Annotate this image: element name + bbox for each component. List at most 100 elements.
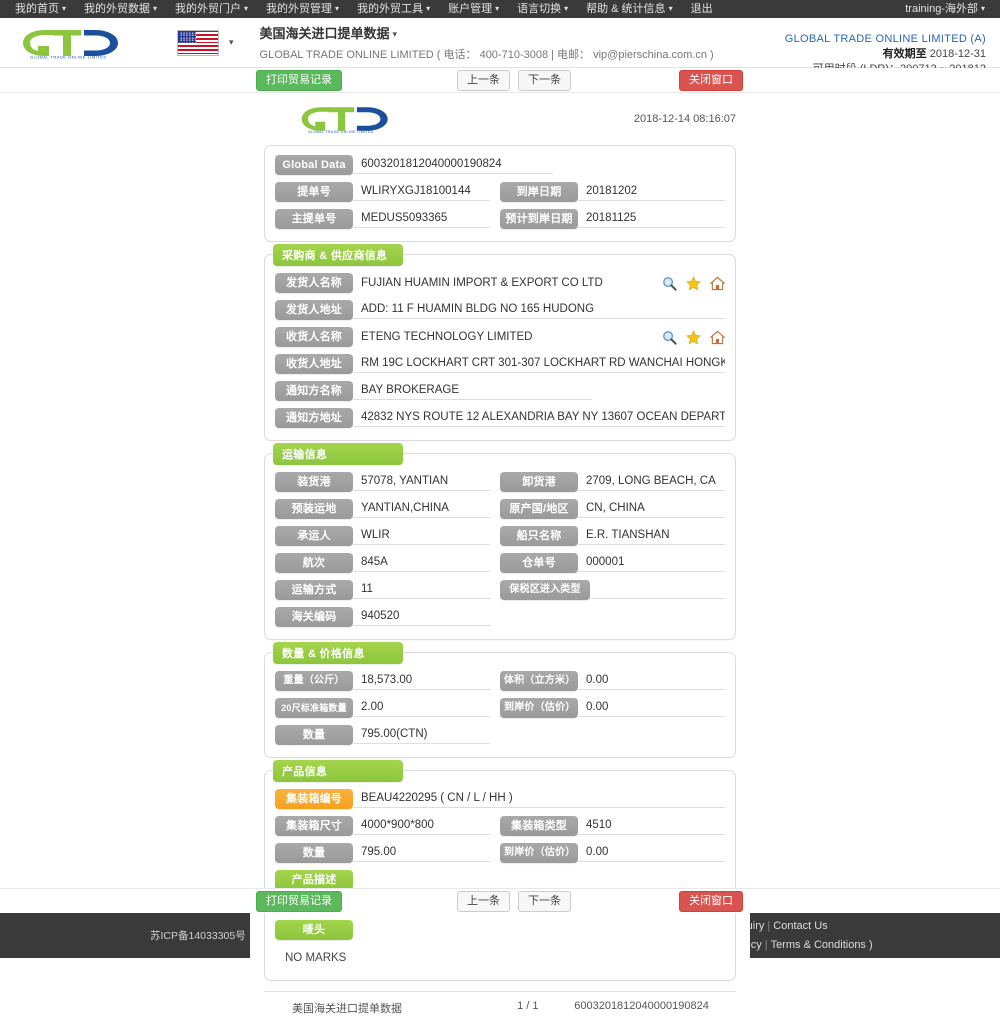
nav-item-language-switch[interactable]: 语言切换 ▾ — [508, 0, 577, 18]
document-reference-no: 6003201812040000190824 — [574, 1000, 709, 1012]
page-title[interactable]: 美国海关进口提单数据 ▾ — [260, 23, 714, 42]
row-hs-code: 海关编码 940520 — [275, 607, 725, 627]
nav-item-trade-management[interactable]: 我的外贸管理 ▾ — [257, 0, 348, 18]
nav-item-label: 我的外贸数据 — [84, 3, 151, 15]
row-transport: 运输方式 11 保税区进入类型 — [275, 580, 725, 600]
product-quantity-label: 数量 — [275, 843, 353, 863]
row-notify-address: 通知方地址 42832 NYS ROUTE 12 ALEXANDRIA BAY … — [275, 408, 725, 428]
previous-record-button-bottom[interactable]: 上一条 — [457, 890, 510, 912]
arrival-date-label: 到岸日期 — [500, 182, 578, 202]
user-name-label: training-海外部 — [905, 3, 978, 15]
product-cif-value: 0.00 — [578, 844, 725, 862]
chevron-down-icon: ▾ — [392, 29, 398, 39]
container-type-label: 集装箱类型 — [500, 816, 578, 836]
company-contact-line: GLOBAL TRADE ONLINE LIMITED ( 电话： 400-71… — [259, 49, 714, 61]
nav-item-logout[interactable]: 退出 — [682, 0, 722, 18]
row-voyage: 航次 845A 仓单号 000001 — [275, 553, 725, 573]
document-page-number: 1 / 1 — [517, 1000, 539, 1012]
bill-of-lading-document: GLOBAL TRADE ONLINE LIMITED 2018-12-14 0… — [250, 93, 750, 1024]
consignee-address-value: RM 19C LOCKHART CRT 301-307 LOCKHART RD … — [353, 355, 725, 373]
nav-item-account-management[interactable]: 账户管理 ▾ — [439, 0, 508, 18]
identity-panel: Global Data 6003201812040000190824 提单号 W… — [264, 145, 736, 242]
carrier-value: WLIR — [353, 527, 490, 545]
home-icon[interactable] — [709, 330, 726, 345]
home-icon[interactable] — [709, 276, 726, 291]
container-size-label: 集装箱尺寸 — [275, 816, 353, 836]
notify-address-value: 42832 NYS ROUTE 12 ALEXANDRIA BAY NY 136… — [353, 409, 725, 427]
nav-item-trade-portal[interactable]: 我的外贸门户 ▾ — [166, 0, 257, 18]
shipper-address-label: 发货人地址 — [275, 300, 353, 320]
footer-link-contact-us[interactable]: Contact Us — [773, 920, 827, 932]
document-source: 美国海关进口提单数据 — [292, 1003, 402, 1015]
top-navigation-bar: 我的首页 ▾ 我的外贸数据 ▾ 我的外贸门户 ▾ 我的外贸管理 ▾ 我的外贸工具 ▾ 账户… — [0, 0, 1000, 18]
row-shipper-name: 发货人名称 FUJIAN HUAMIN IMPORT & EXPORT CO L… — [275, 273, 726, 293]
svg-text:GLOBAL TRADE ONLINE LIMITED: GLOBAL TRADE ONLINE LIMITED — [308, 130, 374, 134]
global-data-value: 6003201812040000190824 — [353, 156, 553, 174]
nav-item-user-account[interactable]: training-海外部 ▾ — [896, 0, 994, 18]
star-icon[interactable] — [686, 275, 701, 291]
chevron-down-icon: ▾ — [564, 4, 569, 13]
account-name: GLOBAL TRADE ONLINE LIMITED (A) — [784, 33, 986, 45]
document-header: GLOBAL TRADE ONLINE LIMITED 2018-12-14 0… — [264, 103, 736, 145]
next-record-button[interactable]: 下一条 — [518, 69, 571, 91]
arrival-date-value: 20181202 — [578, 183, 725, 201]
weight-label: 重量（公斤） — [275, 671, 353, 691]
manifest-no-label: 仓单号 — [500, 553, 578, 573]
previous-record-button[interactable]: 上一条 — [457, 69, 510, 91]
shipper-address-value: ADD: 11 F HUAMIN BLDG NO 165 HUDONG — [353, 301, 725, 319]
next-record-button-bottom[interactable]: 下一条 — [518, 890, 571, 912]
shipping-section-title: 运输信息 — [273, 443, 403, 465]
row-consignee-name: 收货人名称 ETENG TECHNOLOGY LIMITED — [275, 327, 726, 347]
star-icon[interactable] — [686, 329, 701, 345]
gto-logo-mark: GLOBAL TRADE ONLINE LIMITED — [23, 29, 118, 59]
nav-item-trade-tools[interactable]: 我的外贸工具 ▾ — [348, 0, 439, 18]
gto-logo[interactable]: GLOBAL TRADE ONLINE LIMITED — [20, 26, 125, 60]
volume-label: 体积（立方米） — [500, 671, 578, 691]
bonded-entry-value — [590, 582, 725, 599]
us-flag-icon: ★ ★ ★ ★ ★ ★ ★ ★ ★ ★ ★ ★ ★ ★ ★ ★ ★ ★ ★ ★ ★ ★ ★ ★ ★ ★ ★ ★ ★ ★ — [177, 29, 219, 56]
search-icon[interactable] — [662, 330, 677, 345]
nav-item-label: 我的外贸工具 — [357, 3, 424, 15]
container-no-label: 集装箱编号 — [275, 789, 353, 809]
row-product-desc-label: 产品描述 — [275, 870, 725, 890]
row-container-no: 集装箱编号 BEAU4220295 ( CN / L / HH ) — [275, 789, 725, 809]
document-stage: GLOBAL TRADE ONLINE LIMITED 2018-12-14 0… — [0, 93, 1000, 1024]
print-trade-record-button-bottom[interactable]: 打印贸易记录 — [256, 890, 342, 912]
discharge-port-label: 卸货港 — [500, 472, 578, 492]
hs-code-value: 940520 — [353, 608, 490, 626]
preload-value: YANTIAN,CHINA — [353, 500, 490, 518]
nav-item-label: 账户管理 — [448, 3, 493, 15]
cif-label: 到岸价（估价） — [500, 698, 578, 718]
voyage-value: 845A — [353, 554, 490, 572]
nav-item-help-stats[interactable]: 帮助 & 统计信息 ▾ — [577, 0, 681, 18]
page-title-text: 美国海关进口提单数据 — [259, 26, 390, 41]
bill-no-label: 提单号 — [275, 182, 353, 202]
global-data-label: Global Data — [275, 155, 353, 175]
country-selector[interactable]: ★ ★ ★ ★ ★ ★ ★ ★ ★ ★ ★ ★ ★ ★ ★ ★ ★ ★ ★ ★ ★ ★ ★ ★ ★ ★ ★ ★ ★ ★ ▾ — [177, 29, 234, 56]
close-window-button-bottom[interactable]: 关闭窗口 — [679, 890, 743, 912]
quantity-section-title: 数量 & 价格信息 — [273, 642, 403, 664]
account-validity: 有效期至 2018-12-31 — [785, 47, 986, 62]
footer-link-terms[interactable]: Terms & Conditions — [771, 939, 866, 951]
est-arrival-value: 20181125 — [578, 210, 725, 228]
bill-no-value: WLIRYXGJ18100144 — [353, 183, 490, 201]
teu-value: 2.00 — [353, 699, 490, 717]
nav-item-home[interactable]: 我的首页 ▾ — [6, 0, 75, 18]
row-notify-name: 通知方名称 BAY BROKERAGE — [275, 381, 725, 401]
nav-item-trade-data[interactable]: 我的外贸数据 ▾ — [75, 0, 166, 18]
copyright-close: ) — [869, 938, 873, 951]
chevron-down-icon: ▾ — [495, 4, 500, 13]
toolbar-top: 打印贸易记录 上一条 下一条 关闭窗口 — [0, 68, 1000, 93]
origin-country-label: 原产国/地区 — [500, 499, 578, 519]
search-icon[interactable] — [662, 276, 677, 291]
transport-mode-value: 11 — [353, 581, 490, 599]
print-trade-record-button[interactable]: 打印贸易记录 — [256, 69, 342, 91]
nav-item-label: 语言切换 — [517, 3, 562, 15]
row-teu-cif: 20尺标准箱数量 2.00 到岸价（估价） 0.00 — [275, 698, 725, 718]
nav-item-label: 我的外贸管理 — [266, 3, 333, 15]
close-window-button[interactable]: 关闭窗口 — [679, 69, 743, 91]
consignee-address-label: 收货人地址 — [275, 354, 353, 374]
row-master-bill: 主提单号 MEDUS5093365 预计到岸日期 20181125 — [275, 209, 725, 229]
vessel-label: 船只名称 — [500, 526, 578, 546]
shipper-name-value: FUJIAN HUAMIN IMPORT & EXPORT CO LTD — [361, 276, 603, 289]
